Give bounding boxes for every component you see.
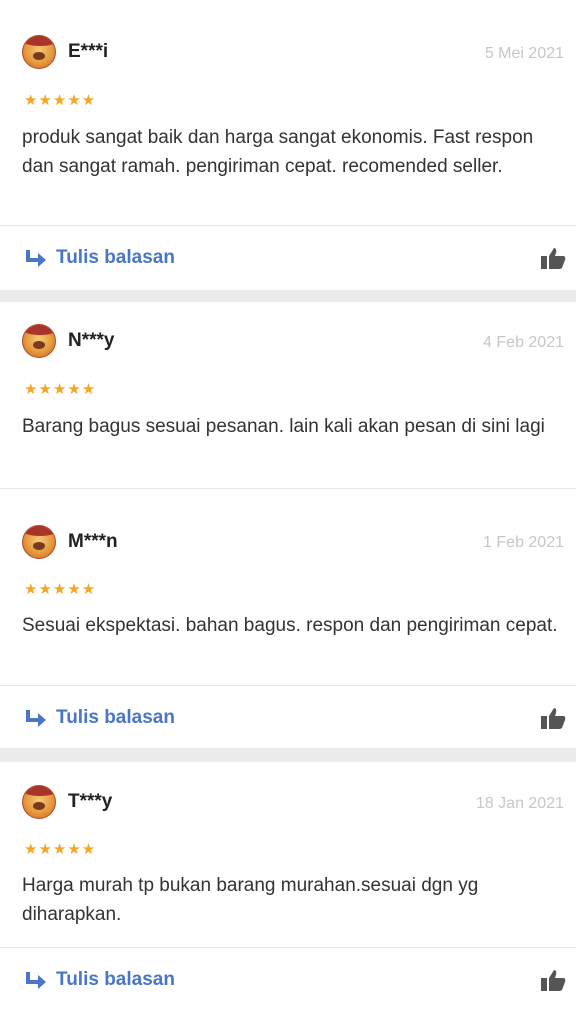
review-date: 5 Mei 2021: [484, 45, 564, 62]
avatar: [22, 785, 56, 819]
write-reply-button[interactable]: Tulis balasan: [24, 706, 175, 730]
review-text: Barang bagus sesuai pesanan. lain kali a…: [22, 416, 545, 437]
reviewer-name: E***i: [68, 41, 109, 62]
avatar: [22, 324, 56, 358]
star-rating: ★★★★★: [24, 841, 97, 858]
review-header: N***y: [22, 324, 114, 358]
review-text: produk sangat baik dan harga sangat ekon…: [22, 127, 534, 177]
reviewer-name: T***y: [68, 791, 113, 812]
review-card: N***y 4 Feb 2021 ★★★★★ Barang bagus sesu…: [0, 302, 576, 488]
divider: [0, 947, 576, 948]
write-reply-button[interactable]: Tulis balasan: [24, 246, 175, 270]
reply-arrow-icon: [26, 710, 46, 727]
review-card: E***i 5 Mei 2021 ★★★★★ produk sangat bai…: [0, 0, 576, 290]
star-rating: ★★★★★: [24, 381, 97, 398]
divider: [0, 225, 576, 226]
review-date: 4 Feb 2021: [483, 334, 564, 351]
divider: [0, 685, 576, 686]
avatar: [22, 525, 56, 559]
thumbs-up-icon[interactable]: [540, 246, 566, 270]
write-reply-button[interactable]: Tulis balasan: [24, 968, 175, 992]
review-date: 1 Feb 2021: [483, 534, 564, 551]
divider: [0, 488, 576, 489]
review-text: Sesuai ekspektasi. bahan bagus. respon d…: [22, 615, 558, 636]
reviewer-name: N***y: [68, 330, 115, 351]
star-rating: ★★★★★: [24, 581, 97, 598]
review-card: T***y 18 Jan 2021 ★★★★★ Harga murah tp b…: [0, 762, 576, 1024]
reviewer-name: M***n: [68, 531, 118, 552]
thumbs-up-icon[interactable]: [540, 706, 566, 730]
write-reply-label: Tulis balasan: [56, 969, 175, 990]
write-reply-label: Tulis balasan: [56, 707, 175, 728]
review-text: Harga murah tp bukan barang murahan.sesu…: [22, 875, 479, 925]
review-card: M***n 1 Feb 2021 ★★★★★ Sesuai ekspektasi…: [0, 488, 576, 748]
review-header: M***n: [22, 525, 118, 559]
reply-arrow-icon: [26, 972, 46, 989]
reply-arrow-icon: [26, 250, 46, 267]
avatar: [22, 35, 56, 69]
write-reply-label: Tulis balasan: [56, 247, 175, 268]
review-date: 18 Jan 2021: [475, 795, 564, 812]
review-header: E***i: [22, 35, 108, 69]
star-rating: ★★★★★: [24, 92, 97, 109]
review-header: T***y: [22, 785, 112, 819]
thumbs-up-icon[interactable]: [540, 968, 566, 992]
